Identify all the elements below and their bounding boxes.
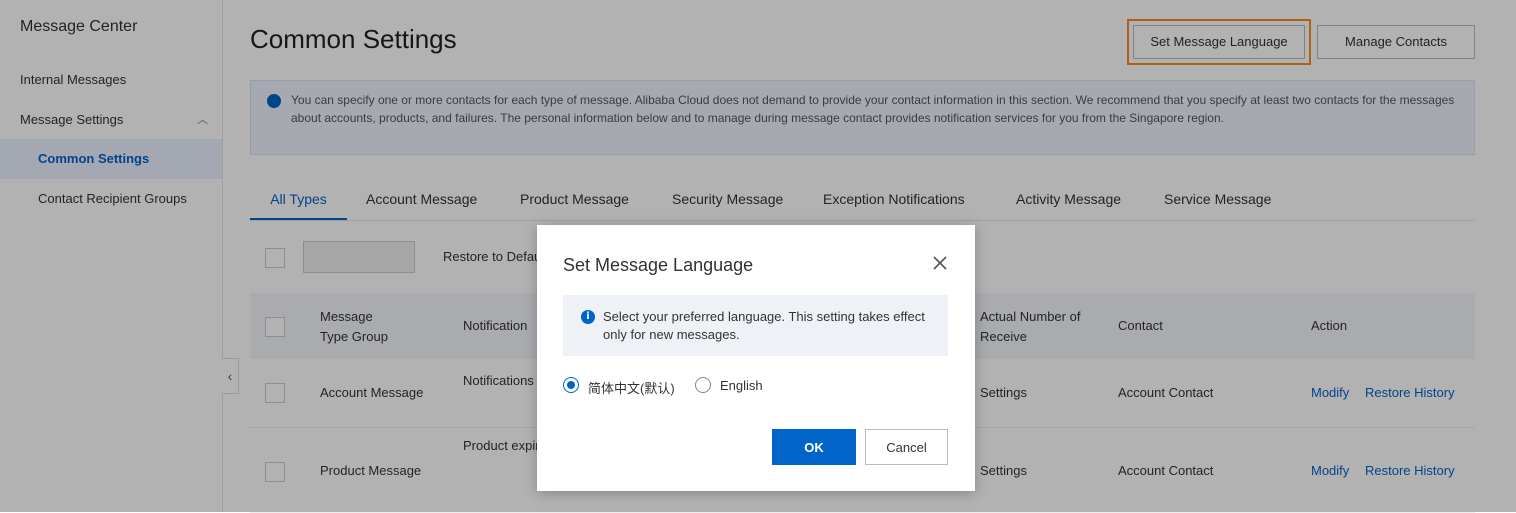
info-icon: i [581, 310, 595, 324]
radio-label: 简体中文(默认) [588, 381, 675, 396]
radio-button[interactable] [695, 377, 711, 393]
radio-label: English [720, 378, 763, 393]
radio-button[interactable] [563, 377, 579, 393]
cancel-button[interactable]: Cancel [865, 429, 948, 465]
close-icon[interactable] [930, 253, 950, 273]
ok-button[interactable]: OK [772, 429, 856, 465]
set-language-dialog: Set Message Language i Select your prefe… [537, 225, 975, 491]
dialog-title: Set Message Language [563, 255, 754, 275]
dialog-notice: i Select your preferred language. This s… [563, 295, 948, 356]
dialog-notice-text: Select your preferred language. This set… [603, 309, 925, 342]
